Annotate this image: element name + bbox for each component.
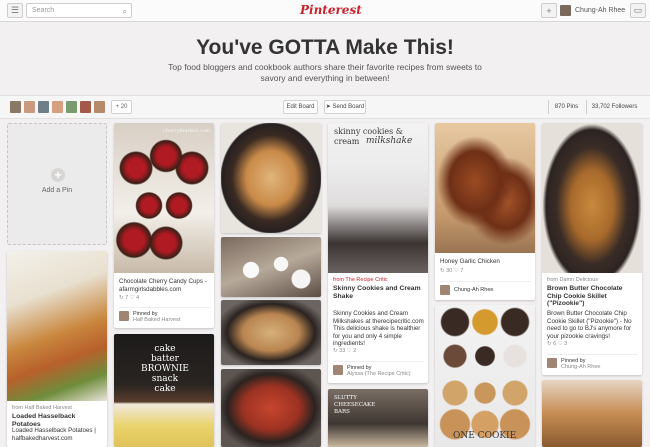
add-pin-label: Add a Pin <box>41 187 73 194</box>
collaborator-avatar[interactable] <box>10 101 21 113</box>
pinner-avatar <box>333 365 343 375</box>
add-icon[interactable]: + <box>541 3 557 18</box>
pin-source[interactable]: from Half Baked Harvest <box>12 405 103 411</box>
pinner-avatar <box>440 285 450 295</box>
pin-caption: Loaded Hasselback Potatoes | halfbakedha… <box>12 427 96 442</box>
pin-image[interactable] <box>221 237 321 297</box>
image-overlay-text: milkshake <box>366 136 413 146</box>
user-profile-button[interactable]: Chung-Ah Rhee <box>560 3 628 18</box>
pin-caption: Chocolate Cherry Candy Cups - afarmgirls… <box>119 278 207 293</box>
edit-board-button[interactable]: Edit Board <box>283 100 318 114</box>
board-description: Top food bloggers and cookbook authors s… <box>168 62 482 83</box>
notifications-icon[interactable]: ▭ <box>630 3 646 18</box>
pin-card-bread[interactable] <box>221 300 321 365</box>
pinner-info[interactable]: Pinned by Alyssa (The Recipe Critic) <box>333 361 424 377</box>
image-overlay-text: ONE COOKIE <box>453 431 517 441</box>
send-board-label: Send Board <box>332 104 365 110</box>
user-name: Chung-Ah Rhee <box>575 7 626 14</box>
pinner-name[interactable]: Chung-Ah Rhee <box>454 287 493 293</box>
pin-image[interactable]: skinny cookies & cream milkshake <box>328 123 428 273</box>
collaborator-avatar[interactable] <box>66 101 77 113</box>
collaborator-avatar[interactable] <box>80 101 91 113</box>
pin-card-cheesecake-bars[interactable]: SLUTTY CHEESECAKE BARS <box>328 389 428 447</box>
send-icon: ➤ <box>325 104 333 110</box>
pin-image[interactable] <box>7 251 107 401</box>
pin-card-brownie[interactable]: cake batter BROWNIE snack cake <box>114 334 214 447</box>
pin-caption: Skinny Cookies and Cream Milkshakes at t… <box>333 310 424 347</box>
pin-stats: ↻ 30 ♡ 7 <box>440 268 464 274</box>
pins-count-tab[interactable]: 870 Pins <box>548 100 584 114</box>
pin-title[interactable]: Skinny Cookies and Cream Shake <box>333 285 424 300</box>
pin-caption: Brown Butter Chocolate Chip Cookie Skill… <box>547 310 632 340</box>
image-overlay-text: cake batter BROWNIE snack cake <box>140 344 190 394</box>
avatar <box>560 5 571 16</box>
send-board-button[interactable]: ➤ Send Board <box>324 100 366 114</box>
pin-title[interactable]: Brown Butter Chocolate Chip Cookie Skill… <box>547 285 638 308</box>
pinner-info[interactable]: Pinned by Half Baked Harvest <box>119 307 210 323</box>
pin-card-marshmallow[interactable] <box>221 237 321 297</box>
image-overlay-text: SLUTTY CHEESECAKE BARS <box>334 395 376 415</box>
search-icon: ⌕ <box>122 7 127 16</box>
pin-stats: ↻ 7 ♡ 4 <box>119 295 140 301</box>
pin-card-skillet[interactable] <box>221 123 321 233</box>
pin-image[interactable]: SLUTTY CHEESECAKE BARS <box>328 389 428 447</box>
pin-caption: Honey Garlic Chicken <box>440 258 500 265</box>
collaborator-avatar[interactable] <box>52 101 63 113</box>
image-watermark: cherryfourkid.com <box>162 128 210 134</box>
pin-image[interactable] <box>221 300 321 365</box>
pinner-info[interactable]: Chung-Ah Rhee <box>440 281 531 296</box>
menu-icon[interactable]: ☰ <box>7 3 23 18</box>
pin-source[interactable]: from The Recipe Critic <box>333 277 424 283</box>
pinner-name[interactable]: Half Baked Harvest <box>133 317 180 323</box>
search-placeholder: Search <box>32 7 55 14</box>
pinterest-logo[interactable]: Pinterest <box>300 3 362 17</box>
pin-image[interactable]: cake batter BROWNIE snack cake <box>114 334 214 447</box>
top-nav-bar: ☰ Search ⌕ Pinterest + Chung-Ah Rhee ▭ <box>0 0 650 22</box>
pin-title[interactable]: Loaded Hasselback Potatoes <box>12 413 103 428</box>
collaborator-avatar[interactable] <box>38 101 49 113</box>
add-pin-card[interactable]: + Add a Pin <box>7 123 107 245</box>
board-action-bar: + 20 Edit Board ➤ Send Board 870 Pins 33… <box>0 95 650 119</box>
pin-card-pepperoni[interactable] <box>221 369 321 447</box>
pinner-info[interactable]: Pinned by Chung-Ah Rhee <box>547 354 638 370</box>
board-title: You've GOTTA Make This! <box>196 36 454 59</box>
pin-image[interactable] <box>221 369 321 447</box>
pin-card-cherry-cups[interactable]: cherryfourkid.com Chocolate Cherry Candy… <box>114 123 214 328</box>
pin-card-one-cookie[interactable]: ONE COOKIE <box>435 305 535 447</box>
plus-icon: + <box>51 168 65 182</box>
pin-stats: ↻ 6 ♡ 3 <box>547 341 568 347</box>
pinner-avatar <box>547 358 557 368</box>
pin-stats: ↻ 33 ♡ 2 <box>333 348 357 354</box>
collaborator-avatar[interactable] <box>24 101 35 113</box>
collaborator-avatar[interactable] <box>94 101 105 113</box>
pin-source[interactable]: from Damn Delicious <box>547 277 638 283</box>
pin-card-pizookie[interactable]: from Damn Delicious Brown Butter Chocola… <box>542 123 642 375</box>
pin-card-dessert[interactable] <box>542 380 642 447</box>
pinner-name[interactable]: Chung-Ah Rhee <box>561 364 600 370</box>
pinner-avatar <box>119 311 129 321</box>
pin-card-honey-garlic-chicken[interactable]: Honey Garlic Chicken ↻ 30 ♡ 7 Chung-Ah R… <box>435 123 535 300</box>
pin-image[interactable]: cherryfourkid.com <box>114 123 214 273</box>
pin-image[interactable] <box>542 123 642 273</box>
pin-image[interactable] <box>221 123 321 233</box>
followers-count-tab[interactable]: 33,702 Followers <box>586 100 642 114</box>
pin-image[interactable] <box>435 123 535 253</box>
pin-card-cookies-cream-shake[interactable]: skinny cookies & cream milkshake from Th… <box>328 123 428 383</box>
pin-card-hasselback[interactable]: from Half Baked Harvest Loaded Hasselbac… <box>7 251 107 447</box>
pin-image[interactable] <box>542 380 642 447</box>
more-collaborators-button[interactable]: + 20 <box>111 100 132 114</box>
pin-image[interactable]: ONE COOKIE <box>435 305 535 447</box>
pinner-name[interactable]: Alyssa (The Recipe Critic) <box>347 371 411 377</box>
search-input[interactable]: Search ⌕ <box>26 3 132 18</box>
